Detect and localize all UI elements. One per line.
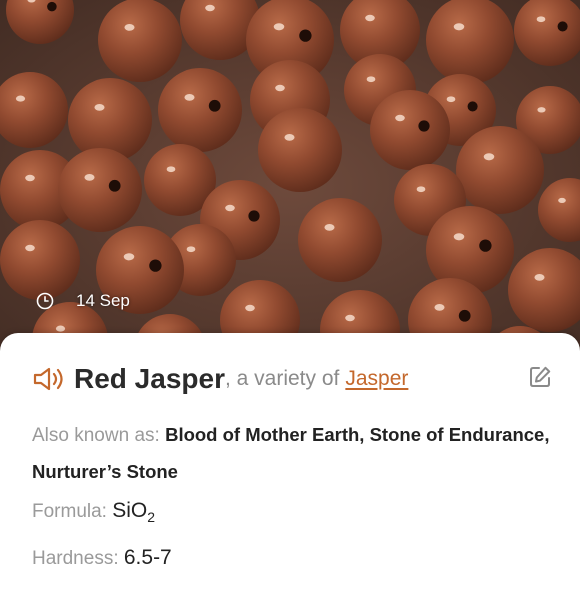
bead-shape — [426, 0, 514, 84]
photo-date-text: 14 Sep — [76, 291, 130, 310]
bead-highlight — [25, 174, 35, 182]
formula-main: SiO — [112, 499, 148, 522]
bead-highlight — [453, 233, 465, 241]
bead-shape — [456, 126, 544, 214]
bead-shape — [298, 198, 382, 282]
bead-shape — [258, 108, 342, 192]
bead-highlight — [225, 204, 235, 212]
bead-highlight — [345, 314, 355, 322]
speaker-icon[interactable] — [32, 366, 66, 392]
bead-hole — [467, 101, 478, 112]
bead-highlight — [446, 96, 456, 103]
formula-row: Formula: SiO2 — [32, 499, 556, 525]
bead-hole — [149, 259, 162, 272]
bead-highlight — [184, 94, 195, 101]
also-known-label: Also known as: — [32, 425, 166, 446]
bead-hole — [47, 1, 57, 12]
bead-shape — [0, 220, 80, 300]
bead-shape — [98, 0, 182, 82]
bead-highlight — [536, 16, 546, 23]
formula-subscript: 2 — [147, 509, 156, 526]
bead-hole — [248, 210, 260, 222]
bead-hole — [108, 179, 121, 192]
bead-highlight — [558, 197, 566, 203]
formula-label: Formula: — [32, 501, 113, 522]
bead-hole — [299, 29, 312, 42]
bead-shape — [158, 68, 242, 152]
bead-highlight — [284, 134, 295, 141]
bead-shape — [370, 90, 450, 170]
bead-highlight — [245, 304, 255, 312]
bead-highlight — [25, 244, 35, 252]
bead-highlight — [365, 14, 375, 22]
bead-highlight — [366, 76, 376, 83]
bead-hole — [557, 21, 568, 32]
photo-date: 14 Sep — [36, 290, 130, 312]
variety-prefix: , a variety of — [224, 367, 340, 390]
bead-highlight — [453, 23, 465, 31]
bead-highlight — [483, 153, 495, 161]
bead-highlight — [55, 325, 66, 332]
bead-highlight — [186, 246, 196, 253]
stone-name: Red Jasper — [74, 363, 225, 394]
variety-link[interactable]: Jasper — [345, 367, 408, 391]
formula-value: SiO2 — [112, 499, 156, 526]
bead-highlight — [395, 114, 405, 122]
bead-highlight — [537, 107, 546, 113]
bead-highlight — [123, 253, 135, 261]
also-known-as: Also known as: Blood of Mother Earth, St… — [32, 417, 556, 491]
bead-highlight — [94, 104, 105, 111]
bead-highlight — [324, 224, 335, 231]
bead-hole — [479, 239, 492, 252]
hardness-row: Hardness: 6.5-7 — [32, 546, 556, 570]
bead-highlight — [15, 95, 26, 102]
stone-photo[interactable]: 14 Sep — [0, 0, 580, 372]
bead-highlight — [166, 166, 176, 173]
bead-highlight — [416, 186, 426, 193]
hardness-value: 6.5-7 — [123, 546, 172, 569]
bead-shape — [58, 148, 142, 232]
bead-highlight — [205, 4, 215, 12]
bead-hole — [208, 99, 221, 112]
bead-highlight — [275, 84, 285, 92]
bead-highlight — [273, 23, 285, 31]
bead-hole — [458, 309, 471, 322]
beads-image — [0, 0, 580, 372]
edit-icon[interactable] — [528, 365, 552, 389]
title-row: Red Jasper , a variety of Jasper — [32, 361, 552, 397]
hardness-label: Hardness: — [32, 548, 124, 569]
bead-highlight — [124, 24, 135, 31]
stone-info-card: Red Jasper , a variety of Jasper Also kn… — [0, 333, 580, 593]
bead-highlight — [84, 174, 95, 181]
bead-highlight — [534, 274, 545, 281]
bead-highlight — [434, 304, 445, 311]
clock-icon — [36, 292, 54, 310]
bead-hole — [418, 120, 430, 132]
